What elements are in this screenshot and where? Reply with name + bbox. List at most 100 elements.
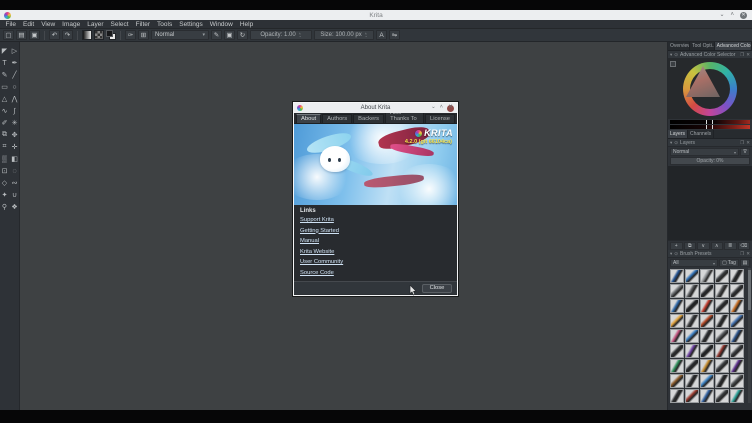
common-colors-strip[interactable] — [670, 125, 750, 129]
brush-preset-thumbnail[interactable] — [700, 299, 714, 313]
new-document-button[interactable]: ▢ — [3, 30, 14, 40]
collapse-icon[interactable]: ▾ — [670, 140, 672, 146]
brush-preset-thumbnail[interactable] — [685, 314, 699, 328]
brush-preset-thumbnail[interactable] — [715, 389, 729, 403]
menu-view[interactable]: View — [38, 20, 59, 29]
brush-preset-thumbnail-button[interactable]: ▣ — [224, 30, 235, 40]
tag-button[interactable]: ▢ Tag — [719, 259, 739, 267]
vertical-mirror-tool-button[interactable]: ⇋ — [389, 30, 400, 40]
close-button[interactable]: Close — [422, 284, 452, 293]
select-shapes-tool[interactable]: ◤ — [0, 45, 10, 57]
tab-license[interactable]: License — [425, 114, 455, 123]
dialog-maximize-icon[interactable]: ˄ — [440, 105, 443, 111]
menu-settings[interactable]: Settings — [176, 20, 207, 29]
brush-preset-thumbnail[interactable] — [685, 359, 699, 373]
brush-preset-thumbnail[interactable] — [700, 374, 714, 388]
brush-preset-thumbnail[interactable] — [670, 374, 684, 388]
move-layer-down-button[interactable]: ∨ — [697, 242, 710, 250]
zoom-tool[interactable]: ⚲ — [0, 201, 10, 213]
brush-preset-thumbnail[interactable] — [670, 284, 684, 298]
brush-preset-thumbnail[interactable] — [700, 389, 714, 403]
menu-window[interactable]: Window — [206, 20, 236, 29]
spinner-steppers[interactable]: ˄⌄ — [365, 33, 368, 38]
brush-preset-thumbnail[interactable] — [730, 284, 744, 298]
docker-tab-tool-opti-[interactable]: Tool Opti... — [690, 42, 715, 50]
menu-edit[interactable]: Edit — [19, 20, 37, 29]
calligraphy-tool[interactable]: ✒ — [10, 57, 20, 69]
move-layer-up-button[interactable]: ∧ — [711, 242, 724, 250]
docker-tab-layers[interactable]: Layers — [668, 130, 688, 138]
multibrush-tool[interactable]: ✳ — [10, 117, 20, 129]
polygonal-select-tool[interactable]: ◇ — [0, 177, 10, 189]
freehand-select-tool[interactable]: ∾ — [10, 177, 20, 189]
opacity-spinner[interactable]: Opacity: 1.00 ˄⌄ — [250, 30, 312, 40]
transform-tool[interactable]: ⧉ — [0, 129, 10, 141]
brush-preset-thumbnail[interactable] — [730, 359, 744, 373]
gradient-tool[interactable]: ▒ — [0, 153, 10, 165]
advanced-color-selector[interactable] — [668, 59, 752, 119]
color-sampler-tool[interactable]: ✛ — [10, 141, 20, 153]
add-layer-button[interactable]: + — [670, 242, 683, 250]
duplicate-layer-button[interactable]: ⧉ — [684, 242, 697, 250]
brush-preset-thumbnail[interactable] — [700, 329, 714, 343]
menu-tools[interactable]: Tools — [154, 20, 176, 29]
dialog-titlebar[interactable]: About Krita ⌄ ˄ ✕ — [294, 103, 457, 113]
pan-tool[interactable]: ❖ — [10, 201, 20, 213]
dialog-close-icon[interactable]: ✕ — [447, 105, 454, 112]
brush-preset-thumbnail[interactable] — [700, 314, 714, 328]
tab-backers[interactable]: Backers — [353, 114, 384, 123]
brush-preset-thumbnail[interactable] — [685, 269, 699, 283]
brush-preset-thumbnail[interactable] — [730, 344, 744, 358]
redo-button[interactable]: ↷ — [62, 30, 73, 40]
brush-preset-thumbnail[interactable] — [685, 299, 699, 313]
float-icon[interactable]: ❐ — [740, 140, 744, 146]
brush-preset-thumbnail[interactable] — [670, 359, 684, 373]
brush-preset-thumbnail[interactable] — [700, 359, 714, 373]
docker-tab-channels[interactable]: Channels — [688, 130, 714, 138]
blending-mode-dropdown[interactable]: Normal ▾ — [151, 30, 209, 40]
brush-preset-thumbnail[interactable] — [715, 374, 729, 388]
docker-tab-advanced-color-[interactable]: Advanced Color... — [715, 42, 752, 50]
freehand-path-tool[interactable]: ∫ — [10, 105, 20, 117]
brush-preset-thumbnail[interactable] — [715, 284, 729, 298]
menu-select[interactable]: Select — [107, 20, 132, 29]
close-icon[interactable]: ✕ — [746, 52, 750, 58]
delete-layer-button[interactable]: ⌫ — [738, 242, 751, 250]
float-icon[interactable]: ❐ — [740, 251, 744, 257]
spinner-steppers[interactable]: ˄⌄ — [299, 33, 302, 38]
horizontal-mirror-tool-button[interactable]: A — [376, 30, 387, 40]
preset-scrollbar[interactable] — [748, 268, 751, 403]
collapse-icon[interactable]: ▾ — [670, 251, 672, 257]
preset-view-mode-button[interactable]: ▤ — [740, 259, 750, 267]
polygon-tool[interactable]: △ — [0, 93, 10, 105]
brush-preset-thumbnail[interactable] — [670, 329, 684, 343]
link-support-krita[interactable]: Support Krita — [300, 217, 451, 223]
layer-properties-button[interactable]: ≣ — [724, 242, 737, 250]
similar-color-select-tool[interactable]: ✦ — [0, 189, 10, 201]
preset-tag-dropdown[interactable]: All ▾ — [670, 259, 718, 267]
gradient-chooser[interactable] — [82, 30, 92, 40]
collapse-icon[interactable]: ▾ — [670, 52, 672, 58]
link-getting-started[interactable]: Getting Started — [300, 228, 451, 234]
layer-filter-button[interactable]: ∇ — [740, 148, 750, 156]
open-document-button[interactable]: ▤ — [16, 30, 27, 40]
brush-preset-thumbnail[interactable] — [685, 329, 699, 343]
brush-preset-thumbnail[interactable] — [670, 269, 684, 283]
brush-preset-thumbnail[interactable] — [715, 269, 729, 283]
link-user-community[interactable]: User Community — [300, 259, 451, 265]
brush-preset-thumbnail[interactable] — [670, 314, 684, 328]
reload-original-preset-button[interactable]: ↻ — [237, 30, 248, 40]
float-icon[interactable]: ❐ — [740, 52, 744, 58]
close-icon[interactable]: ✕ — [746, 140, 750, 146]
brush-preset-thumbnail[interactable] — [685, 374, 699, 388]
choose-workspace-button[interactable]: ⊞ — [138, 30, 149, 40]
hue-ring[interactable] — [683, 62, 737, 116]
elliptical-select-tool[interactable]: ◌ — [10, 165, 20, 177]
brush-preset-thumbnail[interactable] — [685, 344, 699, 358]
layer-opacity-slider[interactable]: Opacity: 0% — [670, 157, 750, 165]
color-history-strip[interactable] — [670, 120, 750, 124]
rectangular-select-tool[interactable]: ⊡ — [0, 165, 10, 177]
dialog-minimize-icon[interactable]: ⌄ — [431, 105, 436, 111]
tab-about[interactable]: About — [296, 114, 321, 123]
brush-preset-thumbnail[interactable] — [685, 389, 699, 403]
